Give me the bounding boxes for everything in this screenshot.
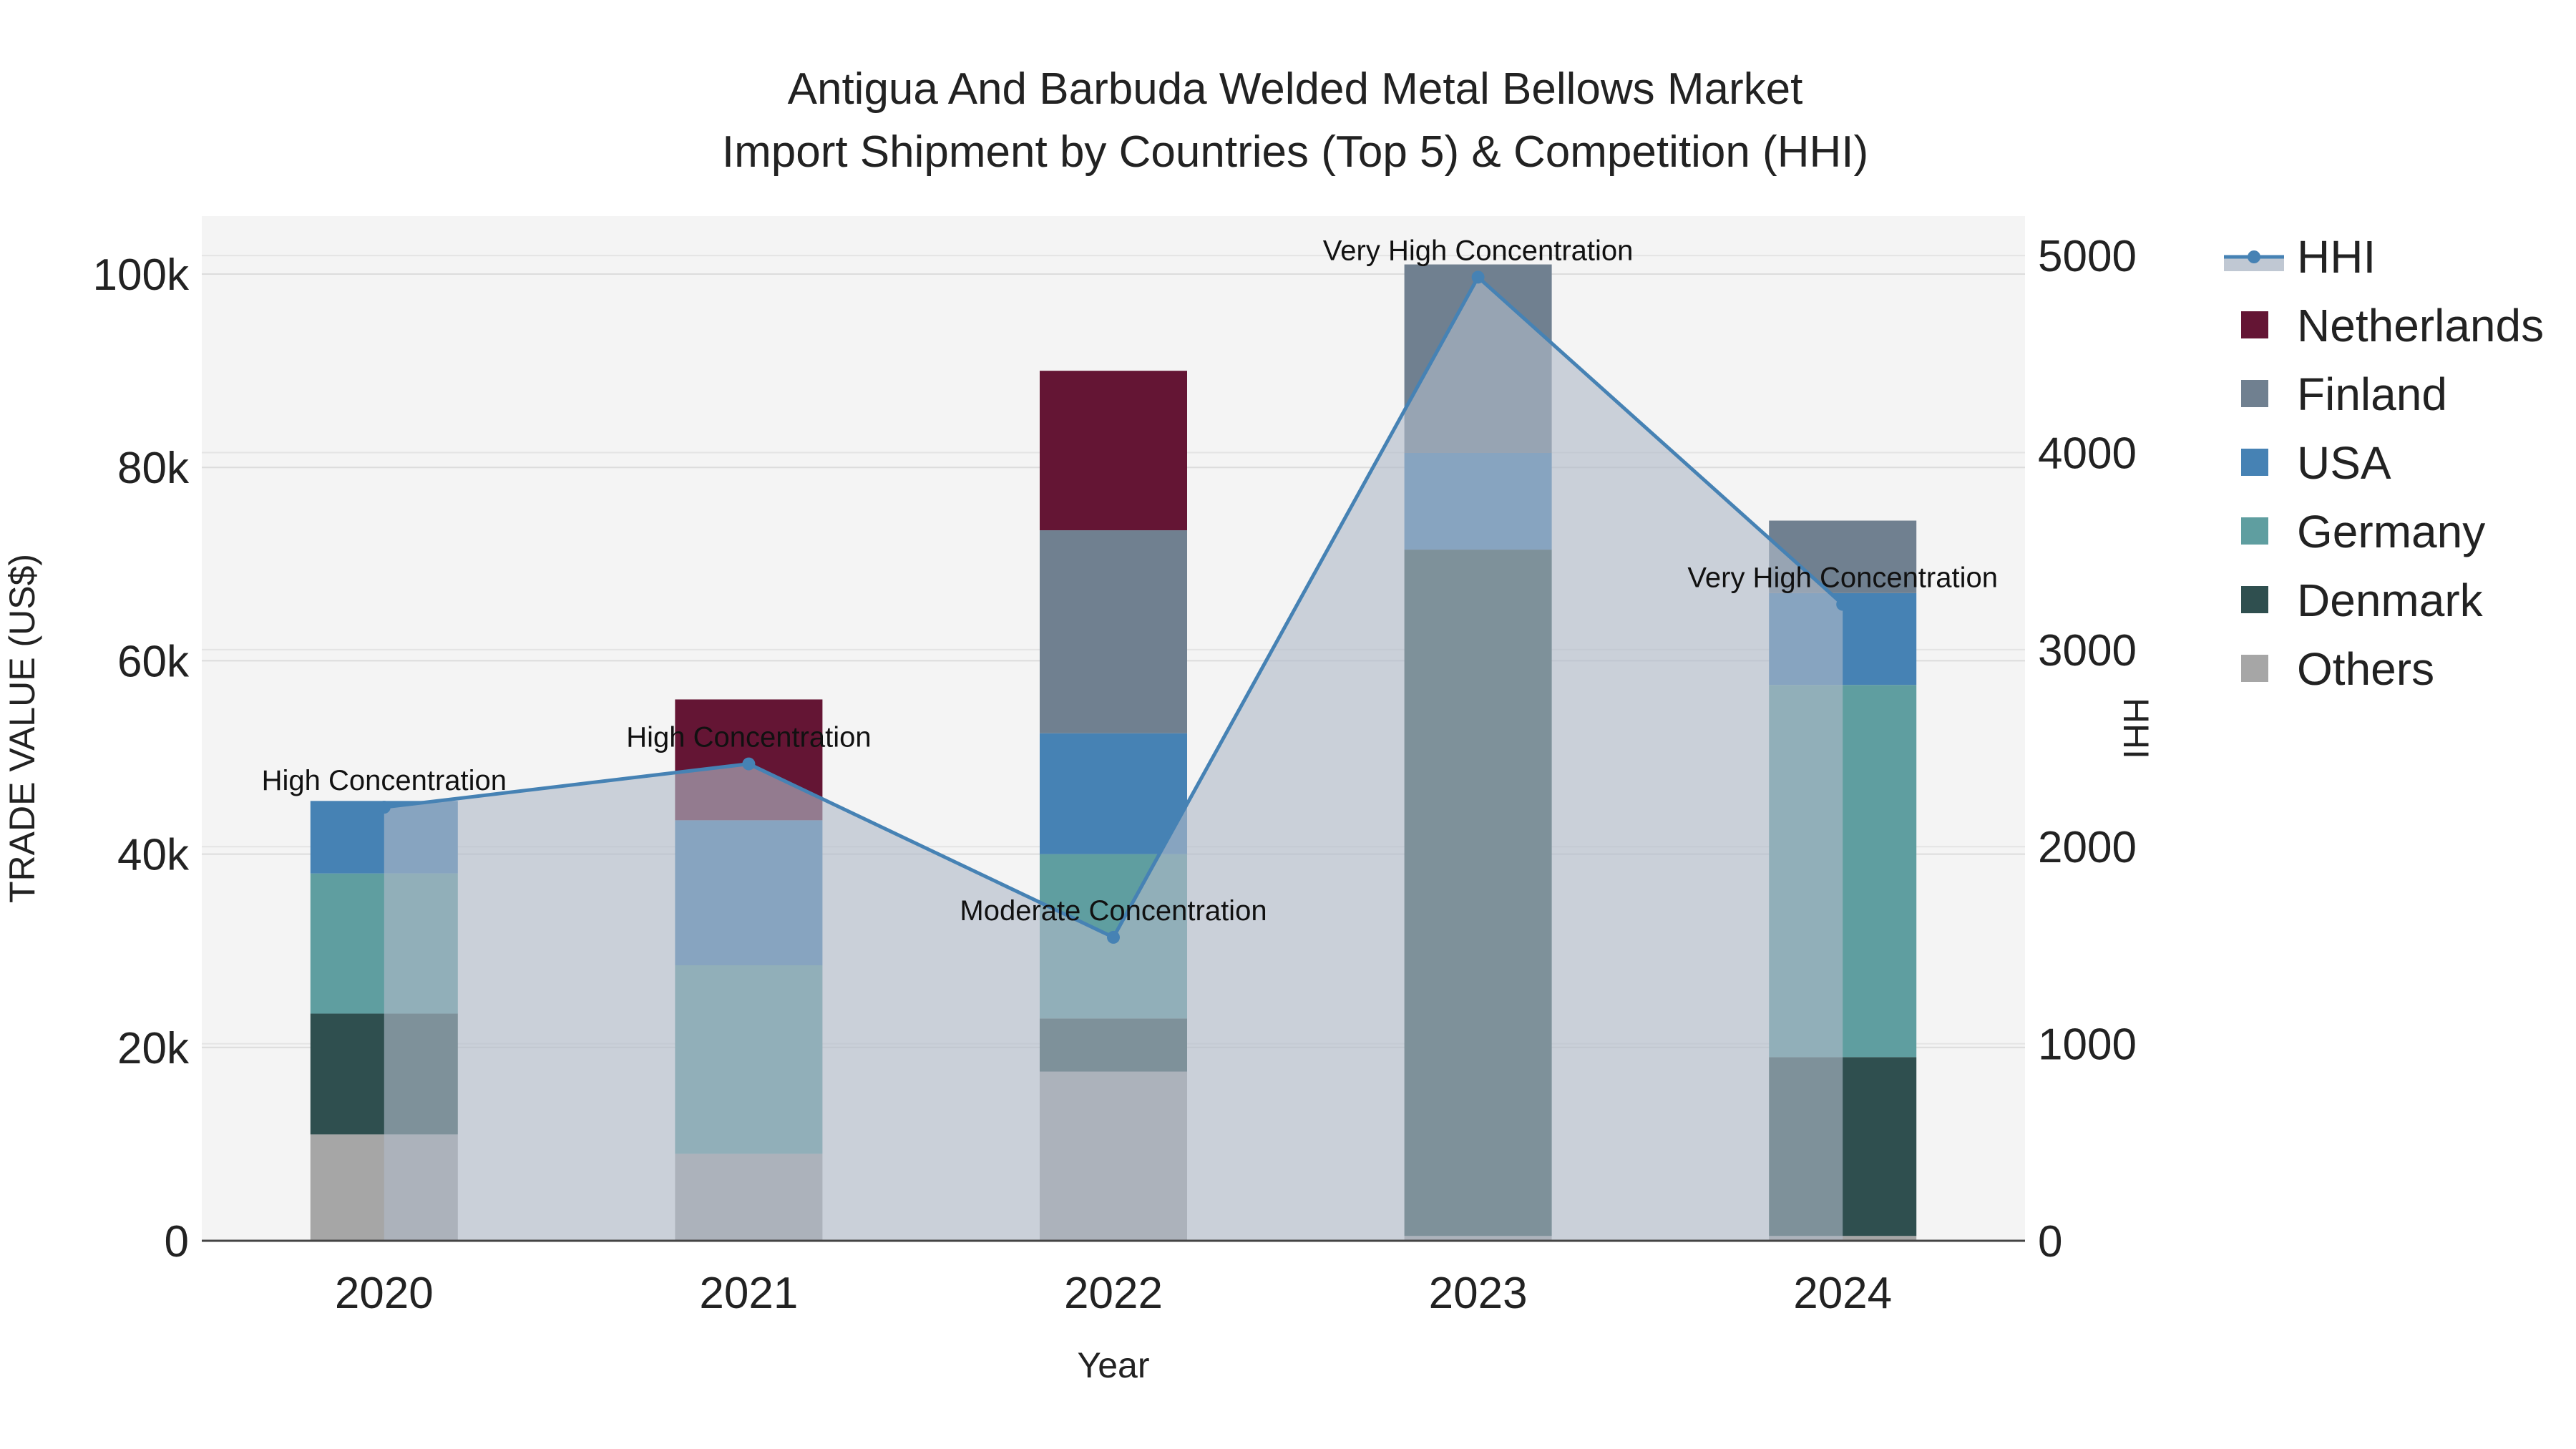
y-axis-ticks: 0 20k 40k 60k 80k 100k bbox=[93, 250, 190, 1267]
legend-swatch-denmark bbox=[2241, 586, 2268, 613]
legend-label-finland: Finland bbox=[2297, 369, 2447, 420]
legend-swatch-netherlands bbox=[2241, 311, 2268, 338]
chart: High Concentration High Concentration Mode… bbox=[2, 64, 2544, 1385]
hhi-point-2024 bbox=[1836, 597, 1850, 611]
hhi-label-2024: Very High Concentration bbox=[1687, 562, 1998, 594]
y2-tick-label: 5000 bbox=[2038, 232, 2137, 281]
hhi-label-2023: Very High Concentration bbox=[1323, 235, 1634, 266]
y-tick-label: 100k bbox=[93, 250, 190, 300]
chart-subtitle: Import Shipment by Countries (Top 5) & C… bbox=[722, 127, 1868, 177]
hhi-point-2023 bbox=[1471, 270, 1485, 284]
hhi-point-2021 bbox=[742, 757, 756, 771]
bar-netherlands-2022 bbox=[1040, 371, 1187, 531]
y-tick-label: 80k bbox=[117, 444, 190, 493]
legend-label-others: Others bbox=[2297, 643, 2434, 695]
x-tick-label: 2024 bbox=[1793, 1269, 1892, 1318]
legend-swatch-hhi-marker bbox=[2248, 250, 2260, 263]
y2-tick-label: 1000 bbox=[2038, 1020, 2137, 1070]
x-tick-label: 2023 bbox=[1429, 1269, 1528, 1318]
legend-swatch-germany bbox=[2241, 517, 2268, 545]
legend-label-hhi: HHI bbox=[2297, 231, 2376, 283]
y-tick-label: 0 bbox=[165, 1217, 189, 1267]
y2-tick-label: 0 bbox=[2038, 1217, 2062, 1267]
hhi-point-2022 bbox=[1107, 930, 1120, 944]
y-tick-label: 40k bbox=[117, 831, 190, 880]
x-axis-ticks: 2020 2021 2022 2023 2024 bbox=[335, 1269, 1892, 1318]
legend-label-netherlands: Netherlands bbox=[2297, 300, 2544, 351]
legend-swatch-others bbox=[2241, 655, 2268, 682]
y2-axis-label: HHI bbox=[2116, 698, 2156, 759]
x-axis-label: Year bbox=[1077, 1345, 1149, 1385]
hhi-label-2020: High Concentration bbox=[262, 765, 507, 796]
legend: HHI Netherlands Finland USA Germany Denmark Ot… bbox=[2224, 231, 2544, 695]
legend-swatch-finland bbox=[2241, 380, 2268, 407]
x-tick-label: 2022 bbox=[1064, 1269, 1163, 1318]
legend-swatch-usa bbox=[2241, 449, 2268, 476]
y-tick-label: 60k bbox=[117, 637, 190, 686]
x-tick-label: 2020 bbox=[335, 1269, 434, 1318]
hhi-point-2020 bbox=[377, 801, 391, 814]
y2-tick-label: 4000 bbox=[2038, 429, 2137, 478]
y2-tick-label: 3000 bbox=[2038, 626, 2137, 675]
hhi-label-2021: High Concentration bbox=[626, 722, 871, 753]
bar-finland-2022 bbox=[1040, 530, 1187, 733]
y-tick-label: 20k bbox=[117, 1024, 190, 1073]
legend-label-germany: Germany bbox=[2297, 506, 2485, 557]
y2-tick-label: 2000 bbox=[2038, 823, 2137, 872]
legend-label-denmark: Denmark bbox=[2297, 575, 2484, 626]
hhi-label-2022: Moderate Concentration bbox=[960, 895, 1267, 927]
y-axis-label: TRADE VALUE (US$) bbox=[2, 554, 42, 903]
legend-label-usa: USA bbox=[2297, 437, 2391, 489]
x-tick-label: 2021 bbox=[699, 1269, 798, 1318]
bar-usa-2022 bbox=[1040, 733, 1187, 854]
chart-title: Antigua And Barbuda Welded Metal Bellows… bbox=[788, 64, 1803, 114]
